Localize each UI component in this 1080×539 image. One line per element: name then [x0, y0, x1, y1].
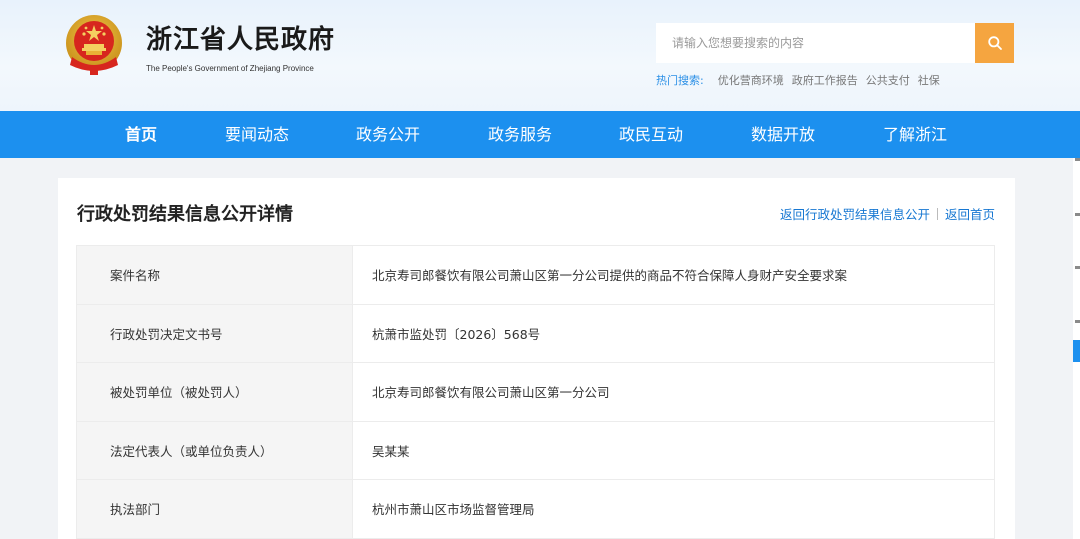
side-float-mark — [1075, 158, 1080, 161]
nav-item-interaction[interactable]: 政民互动 — [619, 111, 683, 158]
hot-search-link[interactable]: 优化营商环境 — [718, 72, 784, 88]
national-emblem-icon[interactable] — [64, 13, 124, 77]
side-float-active[interactable] — [1073, 340, 1080, 362]
side-float-mark — [1075, 320, 1080, 323]
hot-search: 热门搜索: 优化营商环境 政府工作报告 公共支付 社保 — [656, 72, 940, 88]
site-subtitle: The People's Government of Zhejiang Prov… — [146, 64, 314, 73]
site-header: 浙江省人民政府 The People's Government of Zheji… — [0, 0, 1080, 111]
row-label: 法定代表人（或单位负责人） — [76, 421, 353, 480]
nav-item-home[interactable]: 首页 — [125, 111, 157, 158]
breadcrumb-links: 返回行政处罚结果信息公开 返回首页 — [780, 204, 995, 223]
side-float-bar[interactable] — [1073, 158, 1080, 539]
row-value: 吴某某 — [352, 421, 995, 480]
hot-search-link[interactable]: 社保 — [918, 72, 940, 88]
detail-table: 案件名称 北京寿司郎餐饮有限公司萧山区第一分公司提供的商品不符合保障人身财产安全… — [76, 245, 995, 539]
main-nav: 首页 要闻动态 政务公开 政务服务 政民互动 数据开放 了解浙江 — [0, 111, 1080, 158]
row-label: 执法部门 — [76, 479, 353, 539]
side-float-mark — [1075, 266, 1080, 269]
table-row: 案件名称 北京寿司郎餐饮有限公司萧山区第一分公司提供的商品不符合保障人身财产安全… — [76, 245, 995, 305]
page-title: 行政处罚结果信息公开详情 — [77, 204, 293, 225]
nav-item-gov-affairs-public[interactable]: 政务公开 — [356, 111, 420, 158]
row-label: 行政处罚决定文书号 — [76, 304, 353, 363]
row-value: 北京寿司郎餐饮有限公司萧山区第一分公司提供的商品不符合保障人身财产安全要求案 — [352, 245, 995, 305]
row-label: 被处罚单位（被处罚人） — [76, 362, 353, 422]
nav-item-gov-services[interactable]: 政务服务 — [488, 111, 552, 158]
row-label: 案件名称 — [76, 245, 353, 305]
side-float-mark — [1075, 213, 1080, 216]
back-to-home-link[interactable]: 返回首页 — [945, 204, 995, 223]
nav-item-about-zhejiang[interactable]: 了解浙江 — [883, 111, 947, 158]
nav-item-open-data[interactable]: 数据开放 — [751, 111, 815, 158]
link-divider — [936, 207, 938, 220]
row-value: 杭州市萧山区市场监督管理局 — [352, 479, 995, 539]
search-button[interactable] — [975, 23, 1014, 63]
search-icon — [987, 36, 1002, 50]
hot-search-label: 热门搜索: — [656, 74, 704, 87]
row-value: 北京寿司郎餐饮有限公司萧山区第一分公司 — [352, 362, 995, 422]
site-title[interactable]: 浙江省人民政府 — [146, 19, 335, 56]
table-row: 法定代表人（或单位负责人） 吴某某 — [76, 421, 995, 480]
row-value: 杭萧市监处罚〔2026〕568号 — [352, 304, 995, 363]
hot-search-link[interactable]: 政府工作报告 — [792, 72, 858, 88]
table-row: 执法部门 杭州市萧山区市场监督管理局 — [76, 479, 995, 539]
hot-search-link[interactable]: 公共支付 — [866, 72, 910, 88]
back-to-list-link[interactable]: 返回行政处罚结果信息公开 — [780, 204, 930, 223]
content-card: 行政处罚结果信息公开详情 返回行政处罚结果信息公开 返回首页 案件名称 北京寿司… — [58, 178, 1015, 539]
table-row: 被处罚单位（被处罚人） 北京寿司郎餐饮有限公司萧山区第一分公司 — [76, 362, 995, 422]
search-input[interactable] — [656, 23, 976, 63]
nav-item-news[interactable]: 要闻动态 — [225, 111, 289, 158]
table-row: 行政处罚决定文书号 杭萧市监处罚〔2026〕568号 — [76, 304, 995, 363]
